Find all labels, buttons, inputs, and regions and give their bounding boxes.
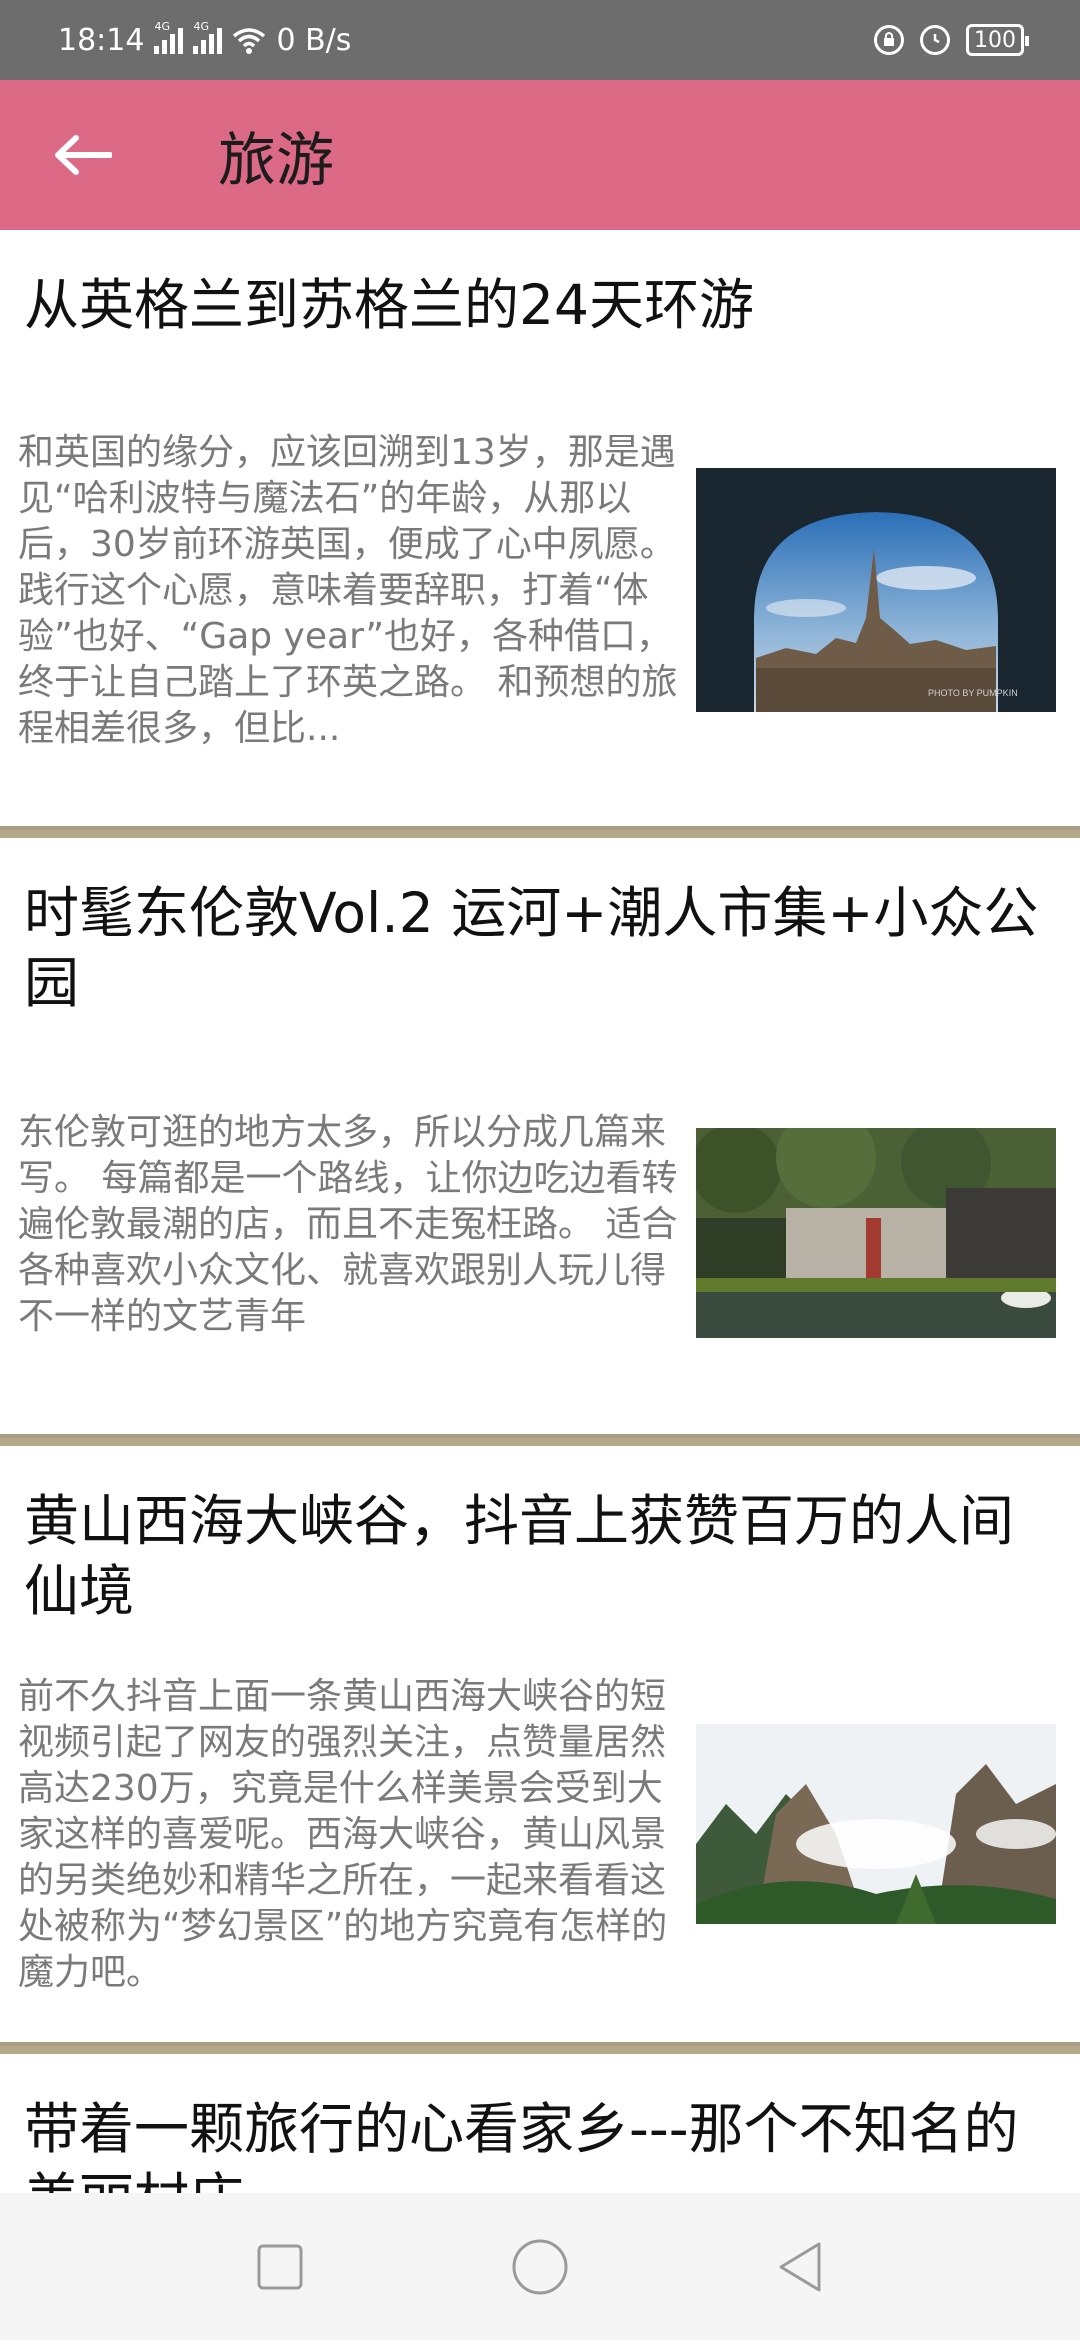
status-bar-left: 18:14 4G 4G 0 B/s (58, 20, 352, 58)
network-speed: 0 B/s (276, 22, 352, 58)
article-summary: 前不久抖音上面一条黄山西海大峡谷的短视频引起了网友的强烈关注，点赞量居然高达23… (18, 1676, 668, 1993)
status-bar: 18:14 4G 4G 0 B/s 100 (0, 0, 1080, 80)
system-nav-bar (0, 2193, 1080, 2340)
square-icon (257, 2244, 303, 2289)
article-thumbnail[interactable]: PHOTO BY PUMPKIN (696, 468, 1056, 712)
article-card[interactable]: 时髦东伦敦Vol.2 运河+潮人市集+小众公园 东伦敦可逛的地方太多，所以分成几… (0, 838, 1080, 1438)
app-bar: 旅游 (0, 80, 1080, 230)
battery-level: 100 (974, 27, 1016, 53)
back-button[interactable] (0, 80, 170, 230)
article-card[interactable]: 从英格兰到苏格兰的24天环游 和英国的缘分，应该回溯到13岁，那是遇见“哈利波特… (0, 230, 1080, 830)
lock-rotation-icon (874, 25, 904, 55)
page-title: 旅游 (218, 126, 335, 194)
alarm-icon (920, 25, 950, 55)
home-button[interactable] (500, 2227, 580, 2307)
article-card[interactable]: 黄山西海大峡谷，抖音上获赞百万的人间仙境 前不久抖音上面一条黄山西海大峡谷的短视… (0, 1446, 1080, 2046)
cathedral-photo: PHOTO BY PUMPKIN (696, 468, 1056, 712)
circle-icon (512, 2239, 568, 2294)
signal-icon: 4G (193, 20, 223, 54)
image-watermark: PHOTO BY PUMPKIN (928, 688, 1018, 698)
article-title: 从英格兰到苏格兰的24天环游 (24, 273, 754, 337)
arrow-left-icon (55, 135, 112, 175)
article-title: 时髦东伦敦Vol.2 运河+潮人市集+小众公园 (24, 881, 1039, 1015)
clock: 18:14 (58, 22, 145, 58)
article-title: 黄山西海大峡谷，抖音上获赞百万的人间仙境 (24, 1489, 1015, 1623)
article-list[interactable]: 从英格兰到苏格兰的24天环游 和英国的缘分，应该回溯到13岁，那是遇见“哈利波特… (0, 230, 1080, 2193)
article-title: 带着一颗旅行的心看家乡---那个不知名的美丽村庄 (24, 2097, 1019, 2193)
article-summary: 和英国的缘分，应该回溯到13岁，那是遇见“哈利波特与魔法石”的年龄，从那以后，3… (18, 432, 678, 749)
mountain-canyon-photo (696, 1724, 1056, 1924)
status-bar-right: 100 (874, 24, 1029, 56)
battery-icon: 100 (966, 24, 1029, 56)
article-card[interactable]: 带着一颗旅行的心看家乡---那个不知名的美丽村庄 (0, 2054, 1080, 2193)
article-summary: 东伦敦可逛的地方太多，所以分成几篇来写。 每篇都是一个路线，让你边吃边看转遍伦敦… (18, 1112, 678, 1337)
system-back-button[interactable] (760, 2227, 840, 2307)
wifi-icon (233, 28, 266, 54)
network-type-label: 4G (193, 20, 209, 33)
article-thumbnail[interactable] (696, 1128, 1056, 1338)
triangle-back-icon (779, 2242, 821, 2291)
recents-button[interactable] (240, 2227, 320, 2307)
canal-lock-photo (696, 1128, 1056, 1338)
article-thumbnail[interactable] (696, 1724, 1056, 1924)
signal-icon: 4G (154, 20, 184, 54)
network-type-label: 4G (154, 20, 170, 33)
